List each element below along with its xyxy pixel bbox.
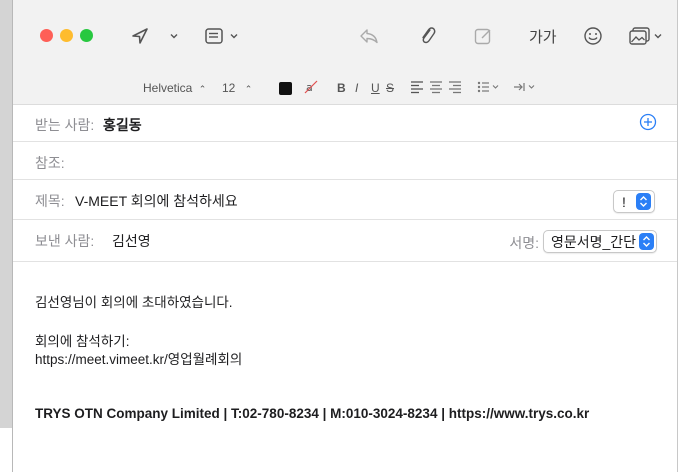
signature-select[interactable]: 영문서명_간단	[543, 230, 657, 253]
italic-button[interactable]: I	[355, 80, 358, 96]
priority-value: !	[622, 193, 626, 210]
to-field-row: 받는 사람: 홍길동	[13, 104, 677, 142]
compose-window: 가가 Helvetica ⌃ 12 ⌃ a B I U S 받는 사람: 홍길동…	[12, 0, 678, 472]
send-icon[interactable]	[127, 22, 153, 50]
emoji-icon[interactable]	[581, 22, 605, 50]
font-size-select[interactable]: 12 ⌃	[222, 80, 252, 96]
cc-label: 참조:	[35, 155, 65, 171]
zoom-button[interactable]	[80, 29, 93, 42]
select-chevron-icon: ⌃	[244, 84, 253, 94]
subject-field-row: 제목: V-MEET 회의에 참석하세요 !	[13, 180, 677, 220]
send-options-chevron-icon[interactable]	[167, 22, 181, 50]
toolbar: 가가	[13, 0, 677, 72]
format-bar: Helvetica ⌃ 12 ⌃ a B I U S	[13, 71, 677, 105]
header-fields-chevron-icon[interactable]	[227, 22, 241, 50]
signature-label: 서명:	[509, 235, 539, 251]
from-select[interactable]: 김선영	[112, 231, 151, 251]
message-body[interactable]: 김선영님이 회의에 초대하였습니다. 회의에 참석하기: https://mee…	[13, 262, 677, 472]
bold-button[interactable]: B	[337, 80, 346, 96]
text-size-button[interactable]: 가가	[529, 26, 557, 47]
body-line-join: 회의에 참석하기:	[35, 334, 130, 349]
header-fields-icon[interactable]	[203, 22, 225, 50]
attachment-icon[interactable]	[416, 22, 438, 50]
indent-icon[interactable]	[513, 80, 537, 96]
align-center-icon[interactable]	[429, 80, 443, 96]
font-family-value: Helvetica	[143, 81, 193, 95]
text-color-swatch[interactable]	[279, 82, 292, 95]
align-left-icon[interactable]	[410, 80, 424, 96]
signature-stepper-icon	[639, 233, 654, 250]
strikethrough-button[interactable]: S	[386, 80, 394, 96]
markup-icon[interactable]	[471, 22, 495, 50]
meeting-link[interactable]: https://meet.vimeet.kr/영업월례회의	[35, 348, 242, 368]
list-icon[interactable]	[477, 80, 501, 96]
to-label: 받는 사람:	[35, 117, 95, 133]
add-contact-icon[interactable]	[639, 113, 657, 131]
from-field-row: 보낸 사람: 김선영 서명: 영문서명_간단	[13, 220, 677, 262]
to-recipient[interactable]: 홍길동	[103, 115, 142, 135]
font-size-value: 12	[222, 81, 236, 95]
svg-text:a: a	[306, 81, 313, 94]
background-color-icon[interactable]: a	[304, 80, 318, 96]
priority-select[interactable]: !	[613, 190, 655, 213]
underline-button[interactable]: U	[371, 80, 380, 96]
background-strip	[0, 428, 12, 472]
font-family-select[interactable]: Helvetica ⌃	[143, 80, 206, 96]
body-line-invite: 김선영님이 회의에 초대하였습니다.	[35, 295, 233, 310]
cc-field-row[interactable]: 참조:	[13, 142, 677, 180]
priority-stepper-icon	[636, 193, 651, 210]
reply-icon[interactable]	[357, 22, 381, 50]
select-chevron-icon: ⌃	[198, 84, 207, 94]
photo-browser-icon[interactable]	[627, 22, 653, 50]
signature-value: 영문서명_간단	[551, 233, 637, 250]
email-signature: TRYS OTN Company Limited | T:02-780-8234…	[35, 406, 590, 421]
close-button[interactable]	[40, 29, 53, 42]
subject-label: 제목:	[35, 193, 65, 209]
align-right-icon[interactable]	[448, 80, 462, 96]
photo-browser-chevron-icon[interactable]	[652, 22, 664, 50]
from-label: 보낸 사람:	[35, 233, 95, 249]
subject-input[interactable]: V-MEET 회의에 참석하세요	[75, 191, 238, 211]
minimize-button[interactable]	[60, 29, 73, 42]
